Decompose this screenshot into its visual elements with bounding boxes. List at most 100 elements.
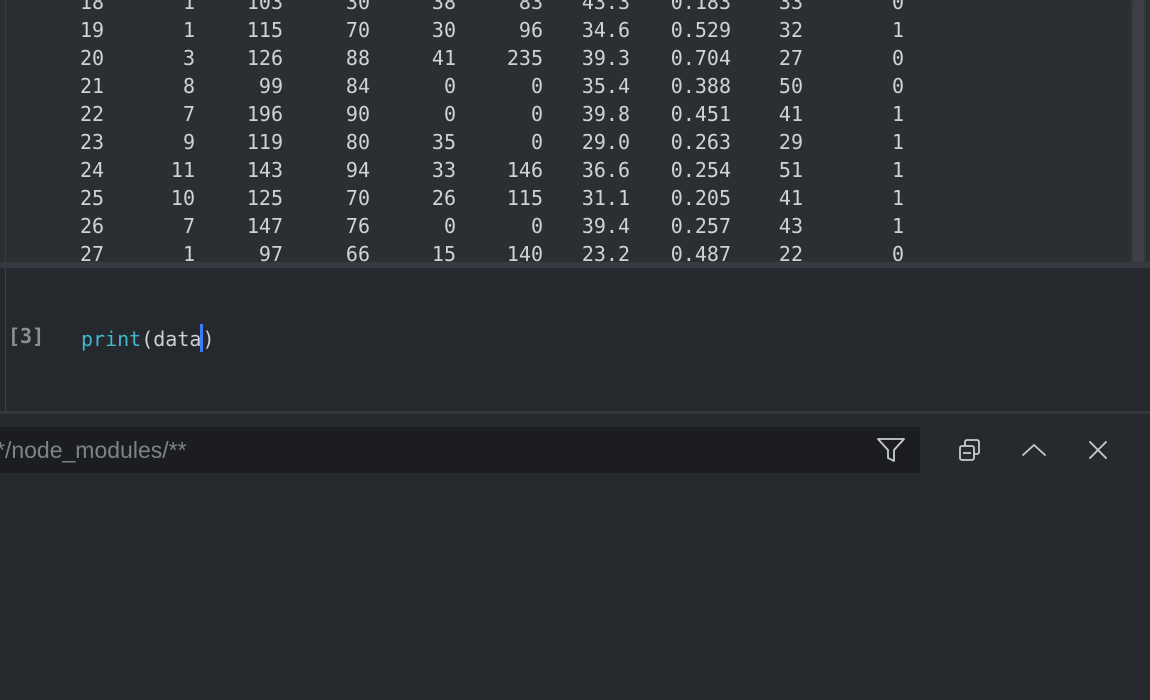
- output-scrollbar-thumb[interactable]: [1133, 0, 1144, 262]
- output-cell-value: 29.0: [581, 130, 630, 154]
- output-cell-value: 33: [778, 0, 803, 14]
- output-cell: 18 1 103 30 38 83 43.3 0.183 33 0 19 1 115 70 30 96 34.6…: [0, 0, 1150, 268]
- output-cell-value: 235: [506, 46, 543, 70]
- output-cell-value: 99: [258, 74, 283, 98]
- output-cell-value: 0.451: [670, 102, 731, 126]
- output-cell-value: 35: [431, 130, 456, 154]
- output-row: 18 1 103 30 38 83 43.3 0.183 33 0: [0, 0, 1130, 16]
- output-table: 18 1 103 30 38 83 43.3 0.183 33 0 19 1 115 70 30 96 34.6…: [0, 0, 1130, 262]
- output-cell-value: 34.6: [581, 18, 630, 42]
- output-cell-value: 22: [778, 242, 803, 262]
- output-cell-value: 8: [182, 74, 195, 98]
- output-cell-value: 0: [443, 74, 456, 98]
- code-editor-line[interactable]: print(data): [81, 324, 214, 352]
- output-row: 23 9 119 80 35 0 29.0 0.263 29 1: [0, 128, 1130, 156]
- output-cell-value: 43: [778, 214, 803, 238]
- output-cell-value: 125: [246, 186, 283, 210]
- output-cell-value: 80: [345, 130, 370, 154]
- output-cell-value: 7: [182, 214, 195, 238]
- output-cell-value: 50: [778, 74, 803, 98]
- output-cell-value: 97: [258, 242, 283, 262]
- output-cell-value: 0.205: [670, 186, 731, 210]
- output-cell-value: 146: [506, 158, 543, 182]
- output-cell-value: 9: [182, 130, 195, 154]
- collapse-all-button[interactable]: [954, 434, 986, 466]
- output-cell-value: 1: [891, 130, 904, 154]
- filter-input-container[interactable]: [0, 427, 920, 473]
- output-cell-value: 96: [518, 18, 543, 42]
- output-cell-value: 1: [182, 18, 195, 42]
- close-icon: [1087, 439, 1109, 461]
- output-cell-value: 31.1: [581, 186, 630, 210]
- output-cell-value: 36.6: [581, 158, 630, 182]
- output-cell-value: 88: [345, 46, 370, 70]
- output-cell-value: 76: [345, 214, 370, 238]
- output-cell-value: 26: [431, 186, 456, 210]
- output-cell-value: 0.704: [670, 46, 731, 70]
- row-index: 25: [80, 186, 105, 210]
- output-cell-value: 0: [891, 74, 904, 98]
- output-cell-value: 84: [345, 74, 370, 98]
- output-cell-value: 0.257: [670, 214, 731, 238]
- output-cell-value: 0.254: [670, 158, 731, 182]
- output-cell-value: 0: [530, 74, 543, 98]
- output-cell-value: 11: [170, 158, 195, 182]
- close-button[interactable]: [1082, 434, 1114, 466]
- output-cell-value: 3: [182, 46, 195, 70]
- output-cell-value: 38: [431, 0, 456, 14]
- code-cell[interactable]: [3] print(data): [0, 268, 1150, 414]
- output-cell-value: 0.388: [670, 74, 731, 98]
- output-cell-value: 1: [891, 186, 904, 210]
- output-row: 27 1 97 66 15 140 23.2 0.487 22 0: [0, 240, 1130, 262]
- output-cell-value: 0.183: [670, 0, 731, 14]
- output-cell-value: 1: [182, 242, 195, 262]
- filter-button[interactable]: [875, 434, 907, 466]
- output-cell-value: 27: [778, 46, 803, 70]
- output-cell-value: 126: [246, 46, 283, 70]
- output-cell-value: 115: [506, 186, 543, 210]
- output-cell-value: 70: [345, 186, 370, 210]
- output-cell-value: 1: [891, 214, 904, 238]
- output-cell-value: 10: [170, 186, 195, 210]
- output-cell-value: 196: [246, 102, 283, 126]
- exclude-filter-input[interactable]: [0, 427, 860, 473]
- output-row: 19 1 115 70 30 96 34.6 0.529 32 1: [0, 16, 1130, 44]
- output-cell-value: 1: [891, 18, 904, 42]
- output-cell-value: 0: [530, 102, 543, 126]
- funnel-icon: [876, 436, 906, 464]
- output-cell-value: 115: [246, 18, 283, 42]
- code-function-name: print: [81, 327, 142, 351]
- output-cell-value: 140: [506, 242, 543, 262]
- output-scroll-area[interactable]: 18 1 103 30 38 83 43.3 0.183 33 0 19 1 115 70 30 96 34.6…: [0, 0, 1130, 262]
- output-cell-value: 0.529: [670, 18, 731, 42]
- row-index: 27: [80, 242, 105, 262]
- row-index: 21: [80, 74, 105, 98]
- output-row: 22 7 196 90 0 0 39.8 0.451 41 1: [0, 100, 1130, 128]
- output-cell-value: 35.4: [581, 74, 630, 98]
- output-row: 25 10 125 70 26 115 31.1 0.205 41 1: [0, 184, 1130, 212]
- output-cell-value: 30: [345, 0, 370, 14]
- output-cell-value: 43.3: [581, 0, 630, 14]
- output-cell-value: 0: [443, 102, 456, 126]
- output-cell-value: 0: [530, 214, 543, 238]
- output-cell-value: 0.487: [670, 242, 731, 262]
- output-cell-value: 0.263: [670, 130, 731, 154]
- output-cell-value: 41: [778, 102, 803, 126]
- output-cell-value: 33: [431, 158, 456, 182]
- execution-count: [3]: [8, 324, 45, 348]
- output-cell-value: 0: [530, 130, 543, 154]
- code-arguments: (data: [141, 327, 202, 351]
- row-index: 23: [80, 130, 105, 154]
- output-cell-value: 41: [778, 186, 803, 210]
- previous-match-button[interactable]: [1018, 434, 1050, 466]
- code-cell-border: [5, 268, 6, 414]
- output-cell-value: 39.4: [581, 214, 630, 238]
- row-index: 19: [80, 18, 105, 42]
- output-row: 26 7 147 76 0 0 39.4 0.257 43 1: [0, 212, 1130, 240]
- output-cell-value: 23.2: [581, 242, 630, 262]
- chevron-up-icon: [1020, 440, 1048, 460]
- collapse-all-icon: [957, 437, 983, 463]
- output-cell-value: 1: [891, 158, 904, 182]
- output-cell-value: 51: [778, 158, 803, 182]
- output-cell-value: 30: [431, 18, 456, 42]
